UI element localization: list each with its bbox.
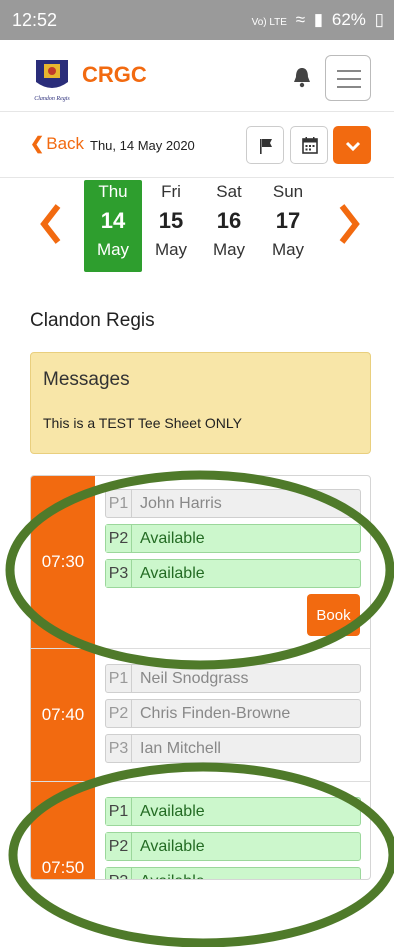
chevron-down-icon [345,141,361,152]
flag-icon [260,139,272,154]
player-slot: P1 Neil Snodgrass [105,664,361,693]
messages-title: Messages [43,369,130,390]
player-slot-available[interactable]: P3 Available [105,559,361,588]
bell-icon[interactable] [292,66,312,88]
day-sat[interactable]: Sat 16 May [200,180,258,272]
tee-time: 07:30 [31,476,95,648]
wifi-icon: ≈ [295,10,306,29]
calendar-button[interactable] [290,126,328,164]
player-slot-available[interactable]: P1 Available [105,797,361,826]
next-day-arrow[interactable] [336,202,362,246]
tee-slot-0730: 07:30 P1 John Harris P2 Available P3 Ava… [31,476,370,649]
day-thu[interactable]: Thu 14 May [84,180,142,272]
chevron-left-icon: ❮ [30,134,45,153]
calendar-icon [302,137,318,154]
tee-sheet: 07:30 P1 John Harris P2 Available P3 Ava… [30,475,371,880]
signal-icon: ▮ [313,10,324,29]
network-icon: Vo) LTE [251,17,287,28]
tee-time: 07:50 [31,782,95,879]
player-slot-available[interactable]: P3 Available [105,867,361,879]
tee-slot-0750: 07:50 P1 Available P2 Available P3 Avail… [31,782,370,879]
messages-panel: Messages This is a TEST Tee Sheet ONLY [30,352,371,454]
status-time: 12:52 [12,10,58,30]
back-button[interactable]: ❮ Back [30,134,84,154]
club-logo[interactable]: Clandon Regis [30,54,74,104]
svg-text:Clandon Regis: Clandon Regis [34,96,70,102]
day-sun[interactable]: Sun 17 May [259,180,317,272]
battery-level: 62% [331,10,366,29]
status-bar: 12:52 Vo) LTE ≈ ▮ 62% ▯ [0,0,394,40]
club-name: Clandon Regis [30,310,155,331]
day-fri[interactable]: Fri 15 May [142,180,200,272]
dropdown-button[interactable] [333,126,371,164]
flag-button[interactable] [246,126,284,164]
app-header: Clandon Regis CRGC [0,40,394,112]
tee-slot-0740: 07:40 P1 Neil Snodgrass P2 Chris Finden-… [31,649,370,782]
tee-time: 07:40 [31,649,95,781]
menu-button[interactable] [325,55,371,101]
messages-body: This is a TEST Tee Sheet ONLY [43,415,242,431]
player-slot: P3 Ian Mitchell [105,734,361,763]
player-slot: P1 John Harris [105,489,361,518]
date-toolbar: ❮ Back Thu, 14 May 2020 [0,112,394,178]
day-selector: Thu 14 May Fri 15 May Sat 16 May Sun 17 … [0,178,394,278]
book-button[interactable]: Book [307,594,360,636]
current-date: Thu, 14 May 2020 [90,138,195,153]
player-slot-available[interactable]: P2 Available [105,524,361,553]
app-brand: CRGC [82,62,147,87]
hamburger-icon [337,70,361,72]
battery-icon: ▯ [374,10,384,29]
previous-day-arrow[interactable] [38,202,64,246]
player-slot-available[interactable]: P2 Available [105,832,361,861]
player-slot: P2 Chris Finden-Browne [105,699,361,728]
